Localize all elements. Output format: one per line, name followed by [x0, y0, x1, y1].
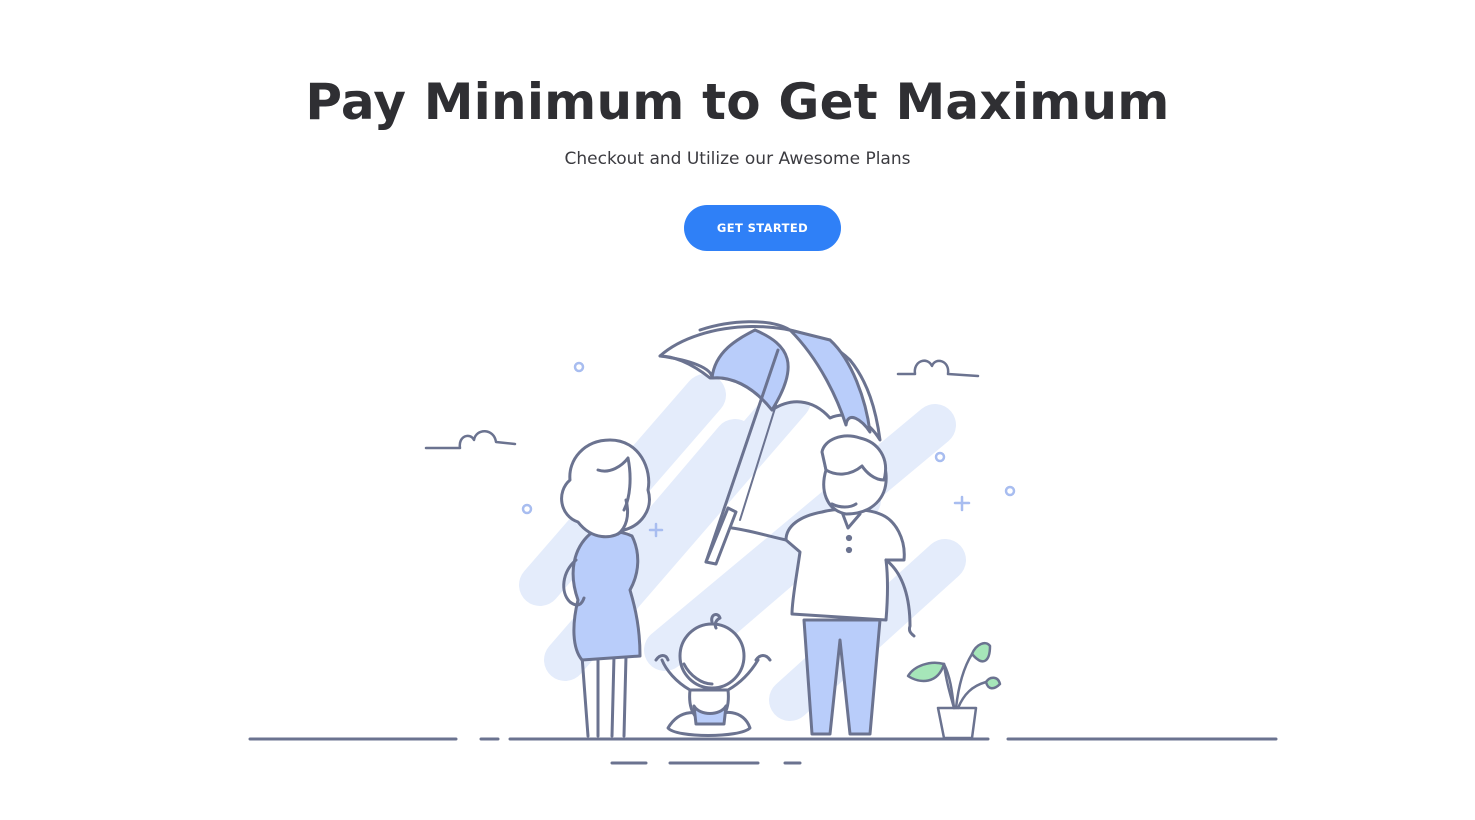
- plant-icon: [906, 642, 1002, 740]
- baby-figure: [654, 613, 772, 737]
- ground-lines: [248, 737, 1278, 765]
- background-shapes: [519, 374, 966, 721]
- landing-page: Pay Minimum to Get Maximum Checkout and …: [0, 0, 1475, 820]
- father-figure: [730, 434, 916, 736]
- hero-title: Pay Minimum to Get Maximum: [305, 73, 1170, 131]
- get-started-button[interactable]: GET STARTED: [684, 205, 841, 251]
- hero-subtitle: Checkout and Utilize our Awesome Plans: [564, 149, 911, 169]
- mother-figure: [560, 438, 651, 738]
- cloud-icon: [896, 359, 980, 378]
- cloud-icon: [424, 430, 517, 450]
- decorative-sparkles: [521, 361, 1016, 538]
- umbrella-icon: [658, 320, 882, 566]
